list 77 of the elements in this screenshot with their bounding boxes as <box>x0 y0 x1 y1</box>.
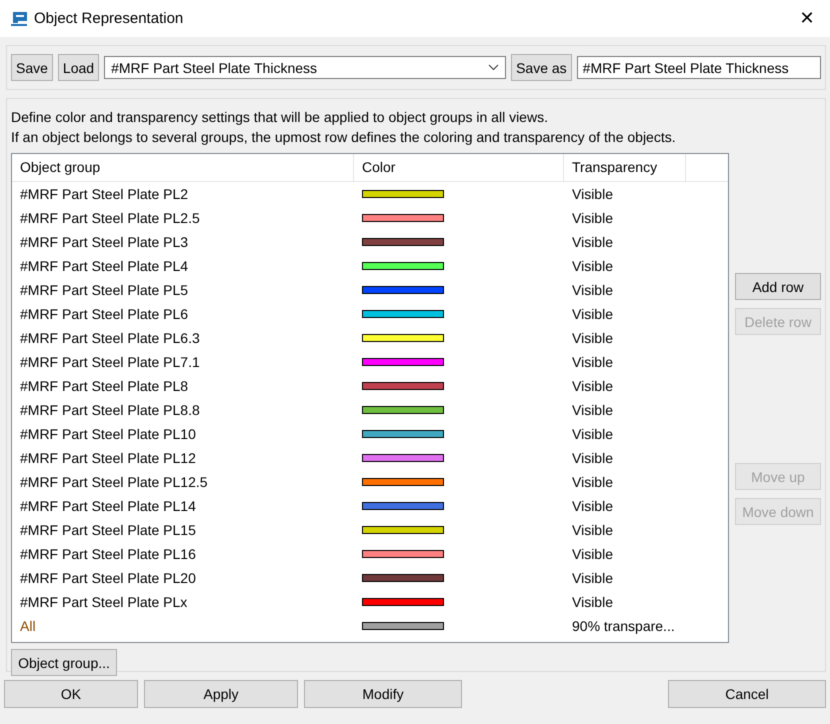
transparency-cell-text: Visible <box>571 569 614 588</box>
window-title: Object Representation <box>34 10 184 27</box>
color-swatch[interactable] <box>362 478 444 486</box>
column-header[interactable]: Color <box>354 154 564 181</box>
color-swatch[interactable] <box>362 358 444 366</box>
save-button[interactable]: Save <box>11 54 53 81</box>
column-header[interactable]: Transparency <box>564 154 686 181</box>
group-cell-text: #MRF Part Steel Plate PL16 <box>19 545 197 564</box>
description-text: Define color and transparency settings that will be applied to object groups in all views. <box>11 108 549 127</box>
transparency-cell-text: Visible <box>571 425 614 444</box>
color-swatch[interactable] <box>362 334 444 342</box>
object-group-button[interactable]: Object group... <box>11 649 117 676</box>
group-cell-text: #MRF Part Steel Plate PL15 <box>19 521 197 540</box>
chevron-icon <box>488 64 500 71</box>
transparency-cell-text: Visible <box>571 185 614 204</box>
transparency-cell-text: Visible <box>571 353 614 372</box>
group-cell-text: #MRF Part Steel Plate PL8 <box>19 377 190 396</box>
color-swatch[interactable] <box>362 406 444 414</box>
group-cell-text: #MRF Part Steel Plate PLx <box>19 593 188 612</box>
group-cell-text: #MRF Part Steel Plate PL2.5 <box>19 209 201 228</box>
transparency-cell-text: Visible <box>571 473 614 492</box>
color-swatch[interactable] <box>362 598 444 606</box>
color-swatch[interactable] <box>362 454 444 462</box>
transparency-cell-text: Visible <box>571 257 614 276</box>
group-cell-text: #MRF Part Steel Plate PL2 <box>19 185 190 204</box>
transparency-cell-text: Visible <box>571 209 614 228</box>
transparency-cell-text: Visible <box>571 329 614 348</box>
group-cell-text: #MRF Part Steel Plate PL14 <box>19 497 197 516</box>
modify-button[interactable]: Modify <box>304 680 462 708</box>
transparency-cell-text: Visible <box>571 497 614 516</box>
ok-button[interactable]: OK <box>4 680 138 708</box>
group-cell-text: #MRF Part Steel Plate PL12.5 <box>19 473 209 492</box>
group-cell-text: #MRF Part Steel Plate PL20 <box>19 569 197 588</box>
add-row-button[interactable]: Add row <box>735 273 821 300</box>
color-swatch[interactable] <box>362 310 444 318</box>
close-button[interactable]: ✕ <box>784 0 830 37</box>
color-swatch[interactable] <box>362 238 444 246</box>
file-dropdown[interactable]: #MRF Part Steel Plate Thickness <box>104 56 506 79</box>
group-cell-text: All <box>19 617 37 636</box>
color-swatch[interactable] <box>362 214 444 222</box>
transparency-cell-text: Visible <box>571 593 614 612</box>
color-swatch[interactable] <box>362 574 444 582</box>
group-cell-text: #MRF Part Steel Plate PL7.1 <box>19 353 201 372</box>
group-cell-text: #MRF Part Steel Plate PL5 <box>19 281 190 300</box>
name-field[interactable]: #MRF Part Steel Plate Thickness <box>576 56 821 79</box>
color-swatch[interactable] <box>362 286 444 294</box>
transparency-cell-text: Visible <box>571 449 614 468</box>
group-cell-text: #MRF Part Steel Plate PL6.3 <box>19 329 201 348</box>
app-icon <box>10 10 28 26</box>
transparency-cell-text: Visible <box>571 281 614 300</box>
color-swatch[interactable] <box>362 190 444 198</box>
transparency-cell-text: 90% transpare... <box>571 617 676 636</box>
color-swatch[interactable] <box>362 502 444 510</box>
color-swatch[interactable] <box>362 526 444 534</box>
transparency-cell-text: Visible <box>571 401 614 420</box>
load-button[interactable]: Load <box>58 54 100 81</box>
transparency-cell-text: Visible <box>571 233 614 252</box>
color-swatch[interactable] <box>362 622 444 630</box>
group-cell-text: #MRF Part Steel Plate PL3 <box>19 233 190 252</box>
description-text: If an object belongs to several groups, the upmost row defines the coloring and transparency of the objects. <box>11 128 677 147</box>
column-header[interactable]: Object group <box>12 154 354 181</box>
color-swatch[interactable] <box>362 550 444 558</box>
cancel-button[interactable]: Cancel <box>668 680 826 708</box>
transparency-cell-text: Visible <box>571 377 614 396</box>
transparency-cell-text: Visible <box>571 545 614 564</box>
apply-button[interactable]: Apply <box>144 680 298 708</box>
group-cell-text: #MRF Part Steel Plate PL8.8 <box>19 401 201 420</box>
save-as-button[interactable]: Save as <box>511 54 572 81</box>
group-cell-text: #MRF Part Steel Plate PL4 <box>19 257 190 276</box>
transparency-cell-text: Visible <box>571 521 614 540</box>
group-cell-text: #MRF Part Steel Plate PL12 <box>19 449 197 468</box>
group-cell-text: #MRF Part Steel Plate PL10 <box>19 425 197 444</box>
color-swatch[interactable] <box>362 262 444 270</box>
group-cell-text: #MRF Part Steel Plate PL6 <box>19 305 190 324</box>
color-swatch[interactable] <box>362 430 444 438</box>
transparency-cell-text: Visible <box>571 305 614 324</box>
color-swatch[interactable] <box>362 382 444 390</box>
